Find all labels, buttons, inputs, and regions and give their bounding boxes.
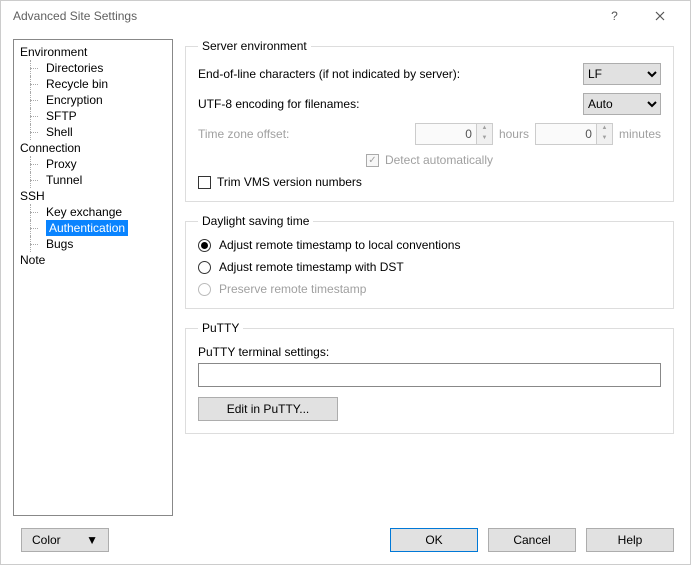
tree-key-exchange[interactable]: Key exchange (16, 204, 170, 220)
tree-connection[interactable]: Connection (16, 140, 170, 156)
group-putty: PuTTY PuTTY terminal settings: Edit in P… (185, 321, 674, 434)
help-button[interactable]: Help (586, 528, 674, 552)
group-dst: Daylight saving time Adjust remote times… (185, 214, 674, 309)
help-icon[interactable]: ? (592, 2, 637, 30)
cancel-button[interactable]: Cancel (488, 528, 576, 552)
tree-proxy[interactable]: Proxy (16, 156, 170, 172)
tree-shell[interactable]: Shell (16, 124, 170, 140)
checkbox-icon (198, 176, 211, 189)
dst-preserve-label: Preserve remote timestamp (219, 282, 366, 296)
group-dst-legend: Daylight saving time (198, 214, 313, 228)
spinner-arrows-icon: ▲▼ (476, 124, 492, 144)
trim-vms-checkbox[interactable]: Trim VMS version numbers (198, 175, 362, 189)
tz-minutes-unit: minutes (619, 127, 661, 141)
window-title: Advanced Site Settings (9, 9, 592, 23)
detect-automatically-checkbox: ✓ Detect automatically (366, 153, 493, 167)
dst-local-radio[interactable]: Adjust remote timestamp to local convent… (198, 238, 661, 252)
dst-preserve-radio: Preserve remote timestamp (198, 282, 661, 296)
dst-withdst-label: Adjust remote timestamp with DST (219, 260, 404, 274)
tree-recycle-bin[interactable]: Recycle bin (16, 76, 170, 92)
tree-tunnel[interactable]: Tunnel (16, 172, 170, 188)
main-panel: Server environment End-of-line character… (185, 39, 678, 516)
tree-ssh[interactable]: SSH (16, 188, 170, 204)
trim-vms-label: Trim VMS version numbers (217, 175, 362, 189)
tz-hours-spinner: ▲▼ (415, 123, 493, 145)
tree-bugs[interactable]: Bugs (16, 236, 170, 252)
edit-in-putty-button[interactable]: Edit in PuTTY... (198, 397, 338, 421)
utf8-select[interactable]: Auto (583, 93, 661, 115)
radio-off-icon (198, 283, 211, 296)
color-button[interactable]: Color ▼ (21, 528, 109, 552)
detect-automatically-label: Detect automatically (385, 153, 493, 167)
eol-label: End-of-line characters (if not indicated… (198, 67, 577, 81)
radio-off-icon (198, 261, 211, 274)
ok-button[interactable]: OK (390, 528, 478, 552)
footer: Color ▼ OK Cancel Help (1, 516, 690, 564)
tree-directories[interactable]: Directories (16, 60, 170, 76)
tree-note[interactable]: Note (16, 252, 170, 268)
tree-sftp[interactable]: SFTP (16, 108, 170, 124)
tree-encryption[interactable]: Encryption (16, 92, 170, 108)
radio-on-icon (198, 239, 211, 252)
group-server-environment: Server environment End-of-line character… (185, 39, 674, 202)
checkbox-icon: ✓ (366, 154, 379, 167)
group-putty-legend: PuTTY (198, 321, 243, 335)
tz-minutes-input (536, 124, 596, 144)
putty-settings-label: PuTTY terminal settings: (198, 345, 661, 359)
dst-withdst-radio[interactable]: Adjust remote timestamp with DST (198, 260, 661, 274)
titlebar: Advanced Site Settings ? (1, 1, 690, 31)
tree-environment[interactable]: Environment (16, 44, 170, 60)
putty-settings-input[interactable] (198, 363, 661, 387)
tree-authentication[interactable]: Authentication (16, 220, 170, 236)
dropdown-icon: ▼ (86, 533, 98, 547)
eol-select[interactable]: LF (583, 63, 661, 85)
spinner-arrows-icon: ▲▼ (596, 124, 612, 144)
close-icon[interactable] (637, 2, 682, 30)
dst-local-label: Adjust remote timestamp to local convent… (219, 238, 460, 252)
tz-minutes-spinner: ▲▼ (535, 123, 613, 145)
tz-hours-input (416, 124, 476, 144)
dialog-window: Advanced Site Settings ? Environment Dir… (0, 0, 691, 565)
timezone-label: Time zone offset: (198, 127, 409, 141)
tz-hours-unit: hours (499, 127, 529, 141)
utf8-label: UTF-8 encoding for filenames: (198, 97, 577, 111)
nav-tree[interactable]: Environment Directories Recycle bin Encr… (13, 39, 173, 516)
group-server-environment-legend: Server environment (198, 39, 311, 53)
